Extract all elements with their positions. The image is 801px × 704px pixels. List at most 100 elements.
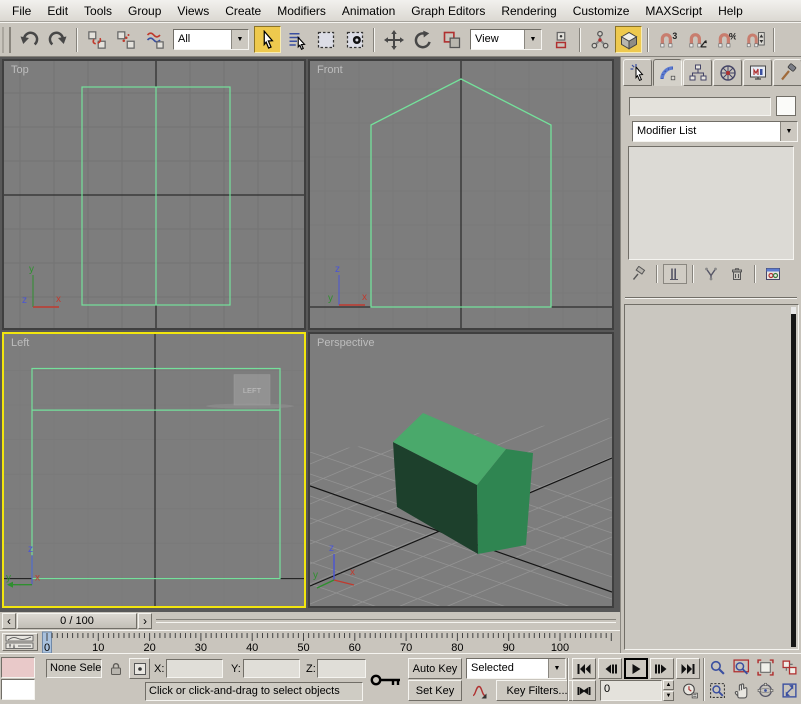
menu-graph-editors[interactable]: Graph Editors [403,1,493,21]
object-color-swatch[interactable] [776,96,796,116]
frame-spinner-up[interactable]: ▲ [663,680,674,690]
select-and-move-button[interactable] [380,26,407,53]
key-filters-button[interactable]: Key Filters... [496,680,578,701]
menu-modifiers[interactable]: Modifiers [269,1,334,21]
menu-file[interactable]: File [4,1,39,21]
select-and-scale-button[interactable] [438,26,465,53]
tab-utilities[interactable] [773,59,801,86]
redo-button[interactable] [44,26,71,53]
viewport-left-active[interactable]: LEFT z y x Left [2,332,306,608]
play-animation-button[interactable] [624,658,648,679]
use-pivot-point-center-button[interactable] [547,26,574,53]
tab-display[interactable] [743,59,772,86]
select-and-link-button[interactable] [83,26,110,53]
go-to-end-button[interactable] [676,658,700,679]
zoom-extents-all-button[interactable] [778,657,800,678]
maxscript-mini-listener-macro[interactable] [1,657,35,678]
make-unique-button[interactable] [699,264,723,284]
modifier-stack-list[interactable] [628,146,794,260]
viewport-front-label[interactable]: Front [317,64,343,76]
time-configuration-button[interactable] [678,680,700,701]
go-to-start-button[interactable] [572,658,596,679]
time-slider-prev-button[interactable]: ‹ [2,613,16,629]
viewport-top-label[interactable]: Top [11,64,29,76]
rectangular-selection-region-button[interactable] [312,26,339,53]
open-mini-curve-editor-button[interactable] [2,633,38,651]
frame-spinner-down[interactable]: ▼ [663,691,674,701]
zoom-region-button[interactable] [706,680,728,701]
time-slider-track[interactable] [156,619,616,623]
viewport-front[interactable]: z x y Front [308,59,614,330]
maxscript-mini-listener[interactable] [1,679,35,700]
menu-create[interactable]: Create [217,1,269,21]
pin-stack-button[interactable] [627,264,651,284]
arc-rotate-button[interactable] [754,680,776,701]
reference-coordinate-system-dropdown[interactable]: View ▼ [470,29,542,50]
unlink-selection-button[interactable] [112,26,139,53]
current-frame-field[interactable]: 0 [600,680,662,701]
next-frame-button[interactable] [650,658,674,679]
selection-lock-toggle[interactable] [106,659,125,678]
remove-modifier-button[interactable] [725,264,749,284]
x-coordinate-field[interactable] [166,659,223,678]
angle-snap-toggle-button[interactable] [683,26,710,53]
z-coordinate-field[interactable] [317,659,366,678]
menu-views[interactable]: Views [169,1,217,21]
key-mode-toggle-button[interactable] [572,680,596,701]
rollout-scrollbar[interactable] [791,307,796,647]
tab-motion[interactable] [713,59,742,86]
min-max-toggle-button[interactable] [778,680,800,701]
house-object[interactable] [393,413,533,554]
select-and-rotate-button[interactable] [409,26,436,53]
menu-group[interactable]: Group [120,1,169,21]
menu-customize[interactable]: Customize [565,1,638,21]
configure-modifier-sets-button[interactable] [761,264,785,284]
menu-tools[interactable]: Tools [76,1,120,21]
viewport-top-canvas[interactable]: y x z [4,61,304,328]
show-end-result-button[interactable] [663,264,687,284]
selection-filter-dropdown[interactable]: All ▼ [173,29,249,50]
tab-hierarchy[interactable] [683,59,712,86]
previous-frame-button[interactable] [598,658,622,679]
menu-edit[interactable]: Edit [39,1,76,21]
modifier-list-dropdown[interactable]: Modifier List ▼ [632,121,798,142]
snaps-toggle-button[interactable] [615,26,642,53]
absolute-mode-toggle[interactable] [129,658,150,679]
angle-snap-3d-button[interactable]: 3 [654,26,681,53]
menu-help[interactable]: Help [710,1,751,21]
y-coordinate-field[interactable] [243,659,300,678]
zoom-button[interactable] [706,657,728,678]
object-name-field[interactable] [629,97,771,116]
default-tangent-button[interactable] [466,680,492,701]
key-mode-selection-dropdown[interactable]: Selected ▼ [466,658,566,679]
house-object-wireframe[interactable] [81,86,231,306]
undo-button[interactable] [15,26,42,53]
time-slider-handle[interactable]: 0 / 100 [17,613,137,629]
toolbar-grip[interactable] [2,26,11,53]
window-crossing-toggle-button[interactable] [341,26,368,53]
bind-to-space-warp-button[interactable] [141,26,168,53]
scrollbar-thumb[interactable] [791,307,796,314]
dropdown-arrow-icon[interactable]: ▼ [524,30,541,49]
viewport-left-label[interactable]: Left [11,337,29,349]
select-and-manipulate-button[interactable] [586,26,613,53]
auto-key-button[interactable]: Auto Key [408,658,462,679]
percent-snap-toggle-button[interactable]: % [712,26,739,53]
dropdown-arrow-icon[interactable]: ▼ [548,659,565,678]
select-by-name-button[interactable] [283,26,310,53]
time-slider-next-button[interactable]: › [138,613,152,629]
menu-animation[interactable]: Animation [334,1,403,21]
dropdown-arrow-icon[interactable]: ▼ [231,30,248,49]
dropdown-arrow-icon[interactable]: ▼ [780,122,797,141]
spinner-snap-toggle-button[interactable] [741,26,768,53]
trackbar-ruler[interactable]: 0 10 20 30 40 50 60 70 80 90 100 [40,631,618,654]
viewport-front-canvas[interactable]: z x y [310,61,612,328]
zoom-all-button[interactable] [730,657,752,678]
viewport-left-canvas[interactable]: LEFT z y x [4,334,304,606]
menu-maxscript[interactable]: MAXScript [637,1,710,21]
set-key-button[interactable]: Set Key [408,680,462,701]
zoom-extents-button[interactable] [754,657,776,678]
set-keys-button[interactable] [368,657,406,702]
menu-rendering[interactable]: Rendering [493,1,564,21]
pan-view-button[interactable] [730,680,752,701]
